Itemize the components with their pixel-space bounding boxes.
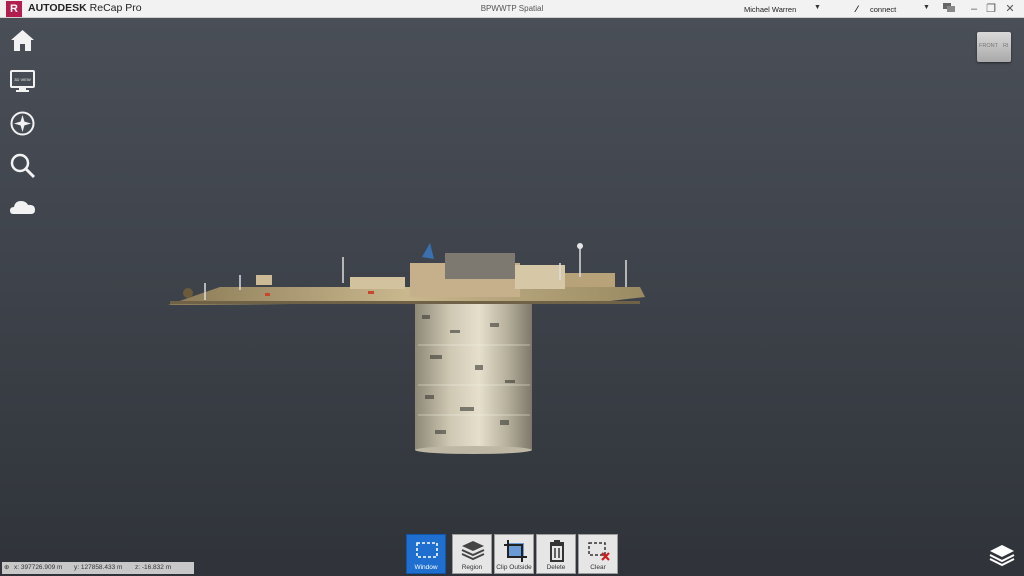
delete-button[interactable]: Delete bbox=[536, 534, 576, 574]
chat-icon[interactable] bbox=[942, 2, 956, 15]
region-layers-icon bbox=[461, 541, 485, 561]
clear-label: Clear bbox=[590, 564, 606, 571]
monitor-icon[interactable]: 3D VIEW bbox=[9, 68, 36, 95]
clear-selection-icon bbox=[588, 542, 610, 561]
minimize-icon[interactable]: – bbox=[966, 0, 982, 18]
view-cube-right[interactable]: RI bbox=[1003, 43, 1009, 49]
clip-outside-button[interactable]: Clip Outside bbox=[494, 534, 534, 574]
monitor-icon-text: 3D VIEW bbox=[14, 77, 31, 82]
point-cloud-model[interactable] bbox=[160, 235, 660, 465]
compass-icon[interactable] bbox=[9, 110, 36, 137]
region-button[interactable]: Region bbox=[452, 534, 492, 574]
close-icon[interactable]: ✕ bbox=[1002, 0, 1018, 18]
window-label: Window bbox=[414, 564, 438, 571]
restore-icon[interactable]: ❐ bbox=[983, 0, 999, 18]
user-dropdown-icon[interactable]: ▼ bbox=[814, 4, 821, 11]
search-icon[interactable] bbox=[9, 152, 36, 179]
coord-x: x: 397726.909 m bbox=[14, 564, 63, 571]
user-menu[interactable]: Michael Warren bbox=[744, 5, 796, 14]
coord-z: z: -16.832 m bbox=[135, 564, 172, 571]
home-icon[interactable] bbox=[9, 27, 36, 54]
trash-icon bbox=[550, 540, 564, 562]
view-cube[interactable]: FRONT RI bbox=[977, 32, 1011, 62]
window-select-button[interactable]: Window bbox=[406, 534, 446, 574]
title-bar: R AUTODESK ReCap Pro BPWWTP Spatial Mich… bbox=[0, 0, 1024, 18]
coordinate-readout: ⊕ x: 397726.909 m y: 127858.433 m z: -16… bbox=[2, 562, 194, 574]
connect-logo-icon: ⁄ bbox=[856, 4, 858, 14]
cloud-icon[interactable] bbox=[9, 194, 36, 221]
layers-icon[interactable] bbox=[988, 543, 1016, 567]
coord-y: y: 127858.433 m bbox=[74, 564, 123, 571]
clip-outside-icon bbox=[504, 540, 527, 562]
window-select-icon bbox=[416, 542, 438, 558]
connect-dropdown-icon[interactable]: ▼ bbox=[923, 4, 930, 11]
view-cube-front[interactable]: FRONT bbox=[979, 43, 998, 49]
delete-label: Delete bbox=[546, 564, 566, 571]
clip-outside-label: Clip Outside bbox=[496, 564, 532, 571]
crosshair-icon: ⊕ bbox=[4, 564, 10, 571]
connect-menu[interactable]: connect bbox=[870, 5, 896, 14]
clear-button[interactable]: Clear bbox=[578, 534, 618, 574]
region-label: Region bbox=[461, 564, 483, 571]
